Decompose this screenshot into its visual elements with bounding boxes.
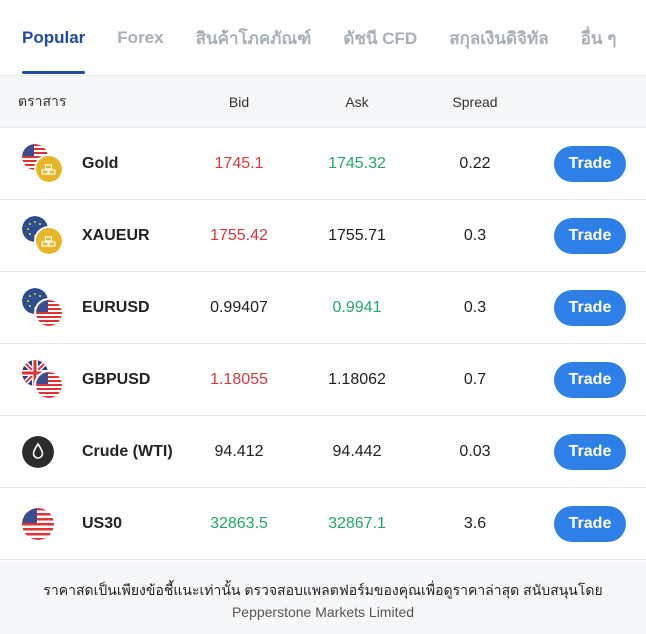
trade-button[interactable]: Trade xyxy=(554,433,626,470)
spread-value: 0.7 xyxy=(463,370,487,388)
spread-value: 0.22 xyxy=(459,154,491,172)
trade-button[interactable]: Trade xyxy=(554,505,626,542)
category-tabs: Popular Forex สินค้าโภคภัณฑ์ ดัชนี CFD ส… xyxy=(0,0,646,76)
table-row: XAUEUR 1755.42 1755.71 0.3 Trade xyxy=(0,200,646,272)
header-instrument: ตราสาร xyxy=(18,92,67,109)
bid-price: 1745.1 xyxy=(214,154,264,172)
us-flag-icon xyxy=(22,504,64,544)
spread-value: 0.3 xyxy=(463,298,487,316)
spread-value: 0.03 xyxy=(459,442,491,460)
header-spread: Spread xyxy=(452,93,498,110)
disclaimer-footer: ราคาสดเป็นเพียงข้อชี้แนะเท่านั้น ตรวจสอบ… xyxy=(0,561,646,634)
table-row: US30 32863.5 32867.1 3.6 Trade xyxy=(0,488,646,560)
header-bid: Bid xyxy=(228,93,250,110)
ask-price: 32867.1 xyxy=(328,514,386,532)
instrument-name: XAUEUR xyxy=(82,226,150,244)
tab-crypto[interactable]: สกุลเงินดิจิทัล xyxy=(449,0,548,76)
instrument-name: Crude (WTI) xyxy=(82,442,173,460)
instrument-name: Gold xyxy=(82,154,119,172)
table-row: Gold 1745.1 1745.32 0.22 Trade xyxy=(0,128,646,200)
trade-button[interactable]: Trade xyxy=(554,217,626,254)
usd-gold-icon xyxy=(22,143,64,184)
spread-value: 3.6 xyxy=(463,514,487,532)
disclaimer-text: ราคาสดเป็นเพียงข้อชี้แนะเท่านั้น ตรวจสอบ… xyxy=(43,582,603,598)
bid-price: 1755.42 xyxy=(210,226,268,244)
trade-button[interactable]: Trade xyxy=(554,361,626,398)
oil-drop-icon xyxy=(22,432,64,472)
instrument-name: EURUSD xyxy=(82,298,150,316)
table-row: Crude (WTI) 94.412 94.442 0.03 Trade xyxy=(0,416,646,488)
table-row: EURUSD 0.99407 0.9941 0.3 Trade xyxy=(0,272,646,344)
ask-price: 1745.32 xyxy=(328,154,386,172)
trade-button[interactable]: Trade xyxy=(554,289,626,326)
instrument-name: US30 xyxy=(82,514,123,532)
provider-name: Pepperstone Markets Limited xyxy=(231,604,415,620)
ask-price: 0.9941 xyxy=(332,298,382,316)
tab-index-cfd[interactable]: ดัชนี CFD xyxy=(343,0,417,76)
table-row: GBPUSD 1.18055 1.18062 0.7 Trade xyxy=(0,344,646,416)
ask-price: 1.18062 xyxy=(328,370,386,388)
tab-popular[interactable]: Popular xyxy=(22,0,86,76)
eur-usd-icon xyxy=(22,287,64,328)
tab-forex[interactable]: Forex xyxy=(117,0,163,76)
bid-price: 32863.5 xyxy=(210,514,268,532)
tab-others[interactable]: อื่น ๆ xyxy=(581,0,617,76)
tab-commodities[interactable]: สินค้าโภคภัณฑ์ xyxy=(196,0,312,76)
gbp-usd-icon xyxy=(22,359,64,400)
spread-value: 0.3 xyxy=(463,226,487,244)
ask-price: 94.442 xyxy=(332,442,382,460)
eur-gold-icon xyxy=(22,215,64,256)
ask-price: 1755.71 xyxy=(328,226,386,244)
header-ask: Ask xyxy=(345,93,369,110)
table-header: ตราสาร Bid Ask Spread xyxy=(0,76,646,128)
bid-price: 0.99407 xyxy=(210,298,268,316)
instrument-name: GBPUSD xyxy=(82,370,151,388)
trade-button[interactable]: Trade xyxy=(554,145,626,182)
bid-price: 94.412 xyxy=(214,442,264,460)
bid-price: 1.18055 xyxy=(210,370,268,388)
